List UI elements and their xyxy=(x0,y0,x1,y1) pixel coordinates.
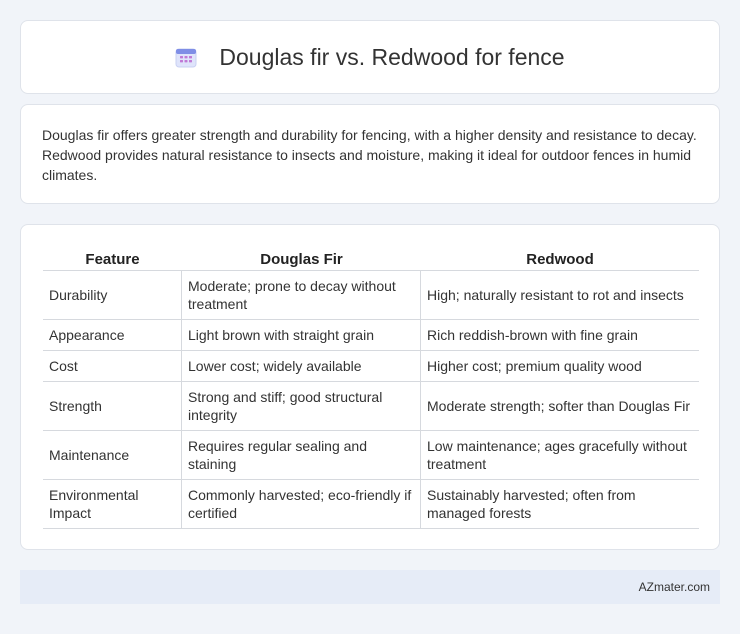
table-header-row: Feature Douglas Fir Redwood xyxy=(43,245,699,271)
header-card: Douglas fir vs. Redwood for fence xyxy=(20,20,720,94)
table-row: Cost Lower cost; widely available Higher… xyxy=(43,351,699,382)
header-feature: Feature xyxy=(43,245,182,271)
table-row: Environmental Impact Commonly harvested;… xyxy=(43,480,699,529)
table-row: Strength Strong and stiff; good structur… xyxy=(43,382,699,431)
footer-brand: AZmater.com xyxy=(638,580,710,594)
comparison-table: Feature Douglas Fir Redwood Durability M… xyxy=(43,245,699,529)
table-cell: Moderate strength; softer than Douglas F… xyxy=(421,382,699,431)
summary-text: Douglas fir offers greater strength and … xyxy=(42,127,697,183)
table-cell: High; naturally resistant to rot and ins… xyxy=(421,271,699,320)
table-cell: Moderate; prone to decay without treatme… xyxy=(182,271,421,320)
table-cell: Requires regular sealing and staining xyxy=(182,431,421,480)
table-cell: Light brown with straight grain xyxy=(182,320,421,351)
title-wrap: Douglas fir vs. Redwood for fence xyxy=(175,43,565,71)
calendar-icon xyxy=(175,48,197,68)
table-cell: Appearance xyxy=(43,320,182,351)
table-cell: Higher cost; premium quality wood xyxy=(421,351,699,382)
table-cell: Maintenance xyxy=(43,431,182,480)
page-title: Douglas fir vs. Redwood for fence xyxy=(219,43,565,70)
comparison-table-card: Feature Douglas Fir Redwood Durability M… xyxy=(20,224,720,550)
table-cell: Lower cost; widely available xyxy=(182,351,421,382)
table-cell: Commonly harvested; eco-friendly if cert… xyxy=(182,480,421,529)
table-cell: Cost xyxy=(43,351,182,382)
table-row: Durability Moderate; prone to decay with… xyxy=(43,271,699,320)
table-cell: Low maintenance; ages gracefully without… xyxy=(421,431,699,480)
table-row: Appearance Light brown with straight gra… xyxy=(43,320,699,351)
header-douglas-fir: Douglas Fir xyxy=(182,245,421,271)
table-cell: Strength xyxy=(43,382,182,431)
table-cell: Environmental Impact xyxy=(43,480,182,529)
table-cell: Durability xyxy=(43,271,182,320)
table-row: Maintenance Requires regular sealing and… xyxy=(43,431,699,480)
summary-card: Douglas fir offers greater strength and … xyxy=(20,104,720,204)
footer: AZmater.com xyxy=(20,570,720,604)
table-cell: Sustainably harvested; often from manage… xyxy=(421,480,699,529)
table-cell: Strong and stiff; good structural integr… xyxy=(182,382,421,431)
header-redwood: Redwood xyxy=(421,245,699,271)
table-cell: Rich reddish-brown with fine grain xyxy=(421,320,699,351)
